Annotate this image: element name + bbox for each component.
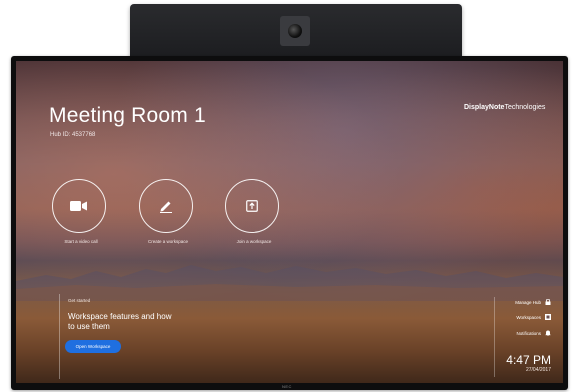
join-workspace-circle[interactable] bbox=[225, 179, 279, 233]
video-camera-icon bbox=[70, 201, 87, 211]
clock-time: 4:47 PM bbox=[506, 353, 551, 367]
brand-name-light: Technologies bbox=[504, 104, 546, 111]
manage-hub-label: Manage Hub bbox=[515, 299, 541, 305]
notifications-item[interactable]: Notifications bbox=[516, 330, 551, 336]
create-workspace-circle[interactable] bbox=[139, 179, 193, 233]
brand-name-bold: DisplayNote bbox=[464, 104, 505, 111]
brand-logo: DisplayNoteTechnologies bbox=[464, 104, 545, 111]
manage-hub-item[interactable]: Manage Hub bbox=[515, 299, 551, 305]
create-workspace-label: Create a workspace bbox=[147, 239, 189, 244]
camera-lens-icon bbox=[288, 24, 302, 38]
home-screen: Meeting Room 1 Hub ID: 4537768 DisplayNo… bbox=[16, 61, 563, 383]
get-started-heading: Get started bbox=[68, 298, 91, 303]
share-arrow-icon bbox=[246, 200, 258, 212]
join-workspace-button[interactable]: Join a workspace bbox=[214, 179, 294, 254]
monitor-brand-logo: NEC bbox=[282, 384, 292, 389]
start-video-call-button[interactable]: Start a video call bbox=[41, 179, 121, 254]
conference-display-photo: Meeting Room 1 Hub ID: 4537768 DisplayNo… bbox=[0, 0, 579, 392]
start-video-call-label: Start a video call bbox=[64, 239, 98, 244]
workspaces-item[interactable]: Workspaces bbox=[516, 314, 551, 320]
camera-housing bbox=[280, 16, 310, 46]
clock-date: 27/04/2017 bbox=[525, 367, 551, 373]
monitor: Meeting Room 1 Hub ID: 4537768 DisplayNo… bbox=[11, 56, 568, 390]
pencil-icon bbox=[160, 201, 172, 213]
create-workspace-button[interactable]: Create a workspace bbox=[128, 179, 208, 254]
bell-icon bbox=[545, 330, 551, 336]
join-workspace-label: Join a workspace bbox=[236, 239, 272, 244]
get-started-title: Workspace features and how to use them bbox=[68, 312, 172, 331]
get-started-panel: Get started Workspace features and how t… bbox=[59, 294, 190, 379]
lock-icon bbox=[545, 299, 551, 305]
camera-bar bbox=[130, 4, 462, 58]
open-workspace-button[interactable]: Open Workspace bbox=[65, 340, 121, 353]
workspace-icon bbox=[545, 314, 551, 320]
hub-id: Hub ID: 4537768 bbox=[50, 132, 96, 138]
room-title: Meeting Room 1 bbox=[49, 104, 206, 127]
workspaces-label: Workspaces bbox=[516, 314, 541, 320]
notifications-label: Notifications bbox=[516, 330, 541, 336]
start-video-call-circle[interactable] bbox=[52, 179, 106, 233]
